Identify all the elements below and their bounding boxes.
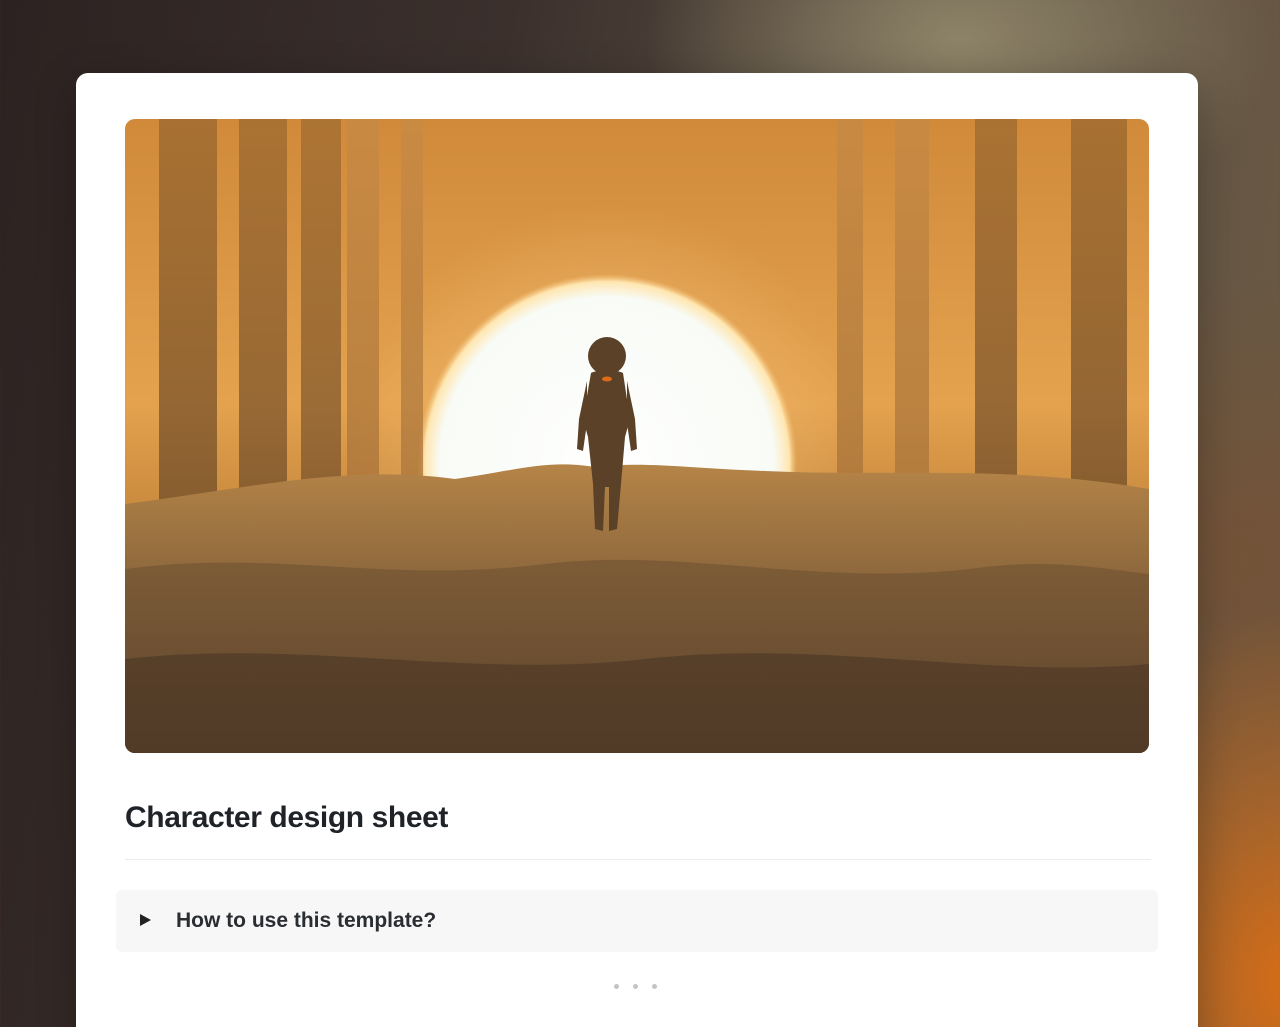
cover-image: [125, 119, 1149, 753]
more-options-ellipsis[interactable]: [612, 983, 658, 993]
expand-label: How to use this template?: [176, 909, 437, 932]
ellipsis-icon: [614, 984, 619, 989]
ellipsis-icon: [633, 984, 638, 989]
how-to-use-expand[interactable]: How to use this template?: [116, 890, 1158, 952]
triangle-right-icon[interactable]: [140, 914, 151, 926]
template-card: Character design sheet How to use this t…: [76, 73, 1198, 1027]
page-title: Character design sheet: [125, 801, 448, 834]
ellipsis-icon: [652, 984, 657, 989]
title-divider: [125, 859, 1151, 860]
